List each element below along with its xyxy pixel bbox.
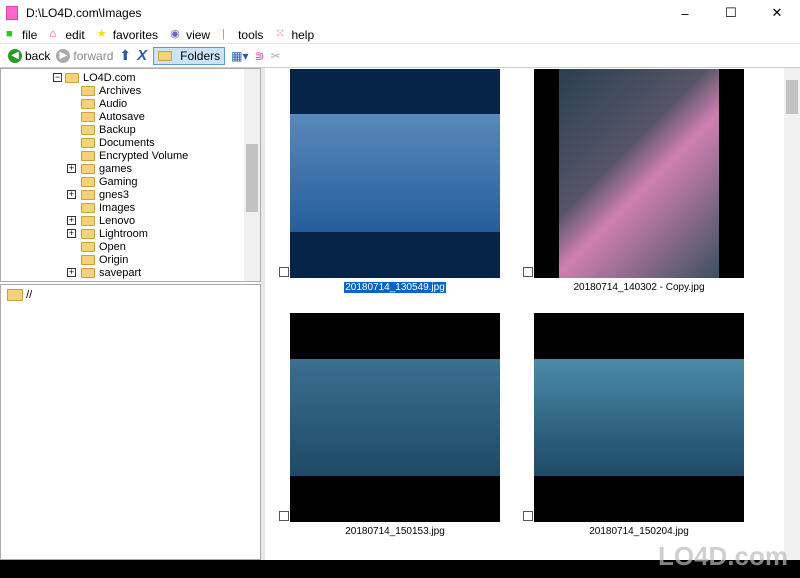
up-folder-icon[interactable]: ⬆ [119,47,131,64]
folder-icon [81,241,95,252]
app-icon [6,6,18,20]
expand-icon[interactable]: + [67,216,76,225]
star-icon: ★ [96,28,107,40]
select-checkbox[interactable] [279,511,289,521]
maximize-button[interactable]: ☐ [708,0,754,26]
tree-item[interactable]: Origin [81,253,128,266]
tree-item[interactable]: Archives [81,84,141,97]
tree-item[interactable]: Backup [81,123,136,136]
folder-icon [81,228,95,239]
main-scrollbar[interactable] [784,68,800,560]
tree-item[interactable]: Encrypted Volume [81,149,188,162]
view-mode-icon[interactable]: ▦▾ [231,49,248,63]
expand-icon[interactable]: + [67,268,76,277]
close-button[interactable]: ✕ [754,0,800,26]
minimize-button[interactable]: – [662,0,708,26]
menu-tools[interactable]: | tools [222,28,263,42]
thumbnail-image[interactable] [290,69,500,278]
green-square-icon: ■ [6,28,13,40]
window-title: D:\LO4D.com\Images [26,6,142,20]
folder-icon [81,189,95,200]
menu-favorites[interactable]: ★ favorites [97,28,158,42]
tree-item[interactable]: Autosave [81,110,145,123]
thumbnail[interactable]: 20180714_150153.jpg [279,313,500,537]
thumbnail[interactable]: 20180714_150204.jpg [523,313,744,537]
expand-icon[interactable]: + [67,164,76,173]
slideshow-icon[interactable]: ⋑ [255,49,265,63]
tree-item[interactable]: Open [81,240,126,253]
tree-item[interactable]: Images [81,201,135,214]
tree-item-root[interactable]: − LO4D.com [53,71,136,84]
tree-item[interactable]: Gaming [81,175,138,188]
folder-icon [81,254,95,265]
toolbar: ◀ back ▶ forward ⬆ X Folders ▦▾ ⋑ ✂ [0,44,800,68]
tree-item[interactable]: Documents [81,136,155,149]
folder-icon [81,267,95,278]
thumbnail-image[interactable] [534,69,744,278]
folder-icon [7,289,23,302]
folder-icon [81,150,95,161]
select-checkbox[interactable] [279,267,289,277]
thumbnail[interactable]: 20180714_140302 - Copy.jpg [523,69,744,293]
thumbnail-image[interactable] [534,313,744,522]
menu-view[interactable]: ◉ view [170,28,210,42]
folder-icon [81,163,95,174]
back-arrow-icon: ◀ [8,48,22,63]
folder-icon [81,202,95,213]
thumbnail-filename: 20180714_130549.jpg [344,282,446,293]
bar-icon: | [222,28,225,40]
path-label: // [26,289,33,301]
lower-pane: // [0,284,261,560]
thumbnail-view: 20180714_130549.jpg 20180714_140302 - Cop… [270,68,800,560]
tree-item[interactable]: + games [67,162,132,175]
thumbnail[interactable]: 20180714_130549.jpg [279,69,500,293]
watermark-logo: LO4D.com [657,541,788,571]
folder-icon [158,50,173,61]
select-checkbox[interactable] [523,511,533,521]
menu-file[interactable]: ■ file [6,28,37,42]
folder-icon [65,72,79,83]
eye-icon: ◉ [170,28,180,40]
menu-bar: ■ file ⌂ edit ★ favorites ◉ view | tools ⁙ help [0,26,800,44]
tree-item[interactable]: + Lightroom [67,227,148,240]
folder-icon [81,98,95,109]
tree-scrollbar[interactable] [244,69,260,281]
folder-icon [81,111,95,122]
folder-tree[interactable]: − LO4D.com Archives Audio Autosave Backup Docu… [0,68,261,282]
tool-icon[interactable]: ✂ [271,49,281,63]
folder-icon [81,124,95,135]
tree-item[interactable]: + gnes3 [67,188,129,201]
dots-icon: ⁙ [275,28,285,40]
folder-icon [81,85,95,96]
thumbnail-image[interactable] [290,313,500,522]
tree-item[interactable]: + savepart [67,266,141,279]
thumbnail-filename: 20180714_140302 - Copy.jpg [573,282,705,293]
folders-button[interactable]: Folders [153,46,226,65]
folder-icon [81,137,95,148]
forward-arrow-icon: ▶ [56,48,71,63]
thumbnail-filename: 20180714_150153.jpg [345,526,445,537]
delete-icon[interactable]: X [137,47,147,64]
folder-icon [81,215,95,226]
expand-icon[interactable]: + [67,190,76,199]
expand-icon[interactable]: + [67,229,76,238]
select-checkbox[interactable] [523,267,533,277]
menu-edit[interactable]: ⌂ edit [49,28,84,42]
folder-icon [81,176,95,187]
tree-item[interactable]: Audio [81,97,127,110]
collapse-icon[interactable]: − [53,73,62,82]
menu-help[interactable]: ⁙ help [275,28,314,42]
red-house-icon: ⌂ [49,28,56,40]
forward-button[interactable]: ▶ forward [56,48,113,63]
tree-item[interactable]: + Lenovo [67,214,135,227]
back-button[interactable]: ◀ back [8,48,50,63]
thumbnail-filename: 20180714_150204.jpg [589,526,689,537]
